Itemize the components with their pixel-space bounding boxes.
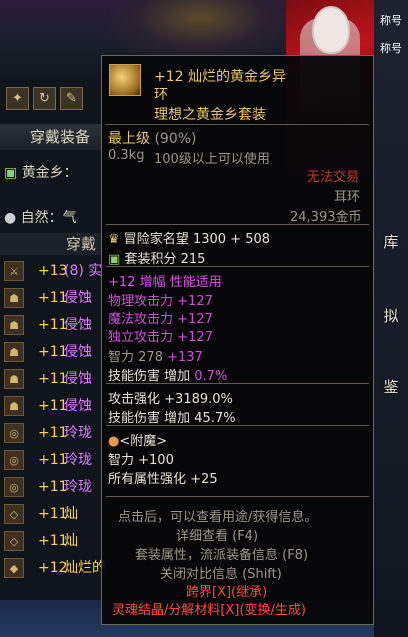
equipment-slot-row[interactable]: ☗ +11 侵蚀	[4, 341, 108, 364]
item-weight: 0.3kg	[108, 148, 145, 163]
equipment-slot-icon[interactable]: ☗	[4, 342, 24, 362]
equipment-slot-icon[interactable]: ⚔	[4, 261, 24, 281]
set-points: ▣ 套装积分 215	[108, 252, 206, 267]
level-requirement: 100级以上可以使用	[154, 152, 270, 167]
set-icon: ▣	[4, 165, 18, 181]
equipment-slot-row[interactable]: ☗ +11 侵蚀	[4, 314, 108, 337]
divider	[106, 425, 369, 426]
slot-type: 耳环	[334, 190, 361, 205]
divider	[106, 496, 369, 497]
soul-crystal-note: 灵魂结晶/分解材料[X](变换/生成)	[112, 603, 306, 618]
slot-name: 灿烂的	[64, 560, 106, 576]
set-name: 理想之黄金乡套装	[154, 107, 266, 123]
equipment-slot-icon[interactable]: ◇	[4, 531, 24, 551]
equipment-slot-row[interactable]: ◆ +12 灿烂的	[4, 557, 108, 580]
set-summary-gold: ▣ 黄金乡：	[4, 165, 78, 181]
equipment-slot-row[interactable]: ☗ +11 侵蚀	[4, 368, 108, 391]
hint-details: 详细查看 (F4)	[176, 529, 259, 544]
stat-skill-damage: 技能伤害 增加 0.7%	[108, 369, 228, 384]
title-badge-2: 称号	[380, 42, 402, 55]
equipment-slot-row[interactable]: ◇ +11 灿	[4, 503, 108, 526]
item-tooltip: +12 灿烂的黄金乡异 环 理想之黄金乡套装 最上级 (90%) 0.3kg 1…	[101, 55, 374, 625]
gear-icon[interactable]: ✦	[6, 87, 29, 110]
divider	[106, 266, 369, 267]
set-summary-nature: ● 自然：气	[4, 210, 77, 226]
stat-independent-atk: 独立攻击力 +127	[108, 330, 213, 345]
recycle-icon[interactable]: ↻	[33, 87, 56, 110]
divider	[106, 383, 369, 384]
equipment-slot-icon[interactable]: ◎	[4, 477, 24, 497]
divider	[106, 124, 369, 125]
hint-compare: 关闭对比信息 (Shift)	[160, 567, 282, 582]
slot-name: 玲珑	[64, 479, 92, 495]
amplify-header: +12 增幅 性能适用	[108, 275, 222, 290]
equipment-slot-icon[interactable]: ☗	[4, 369, 24, 389]
slot-name: 灿	[64, 506, 78, 522]
equipment-slot-icon[interactable]: ◇	[4, 504, 24, 524]
character-head-art	[312, 6, 350, 54]
item-title-cont: 环	[154, 87, 168, 103]
enchant-all-elements: 所有属性强化 +25	[108, 472, 218, 487]
trade-status: 无法交易	[307, 170, 360, 185]
stat-attack-boost: 攻击强化 +3189.0%	[108, 392, 233, 407]
enchant-orb-icon: ●	[108, 434, 120, 449]
equipment-slot-row[interactable]: ☗ +11 侵蚀	[4, 395, 108, 418]
item-title: +12 灿烂的黄金乡异	[154, 69, 286, 85]
right-tab-simulate[interactable]: 拟	[376, 305, 406, 326]
right-tab-appraise[interactable]: 鉴	[376, 376, 406, 397]
stat-magic-atk: 魔法攻击力 +127	[108, 312, 213, 327]
cross-server-note: 跨界[X](继承)	[186, 585, 268, 600]
equipment-slot-row[interactable]: ◎ +11 玲珑	[4, 422, 108, 445]
adventurer-fame: ♛ 冒险家名望 1300 + 508	[108, 232, 271, 247]
equipment-slot-row[interactable]: ◎ +11 玲珑	[4, 476, 108, 499]
slot-name: 侵蚀	[64, 344, 92, 360]
stat-physical-atk: 物理攻击力 +127	[108, 294, 213, 309]
equipped-subheader: 穿戴	[0, 233, 110, 255]
hint-click: 点击后，可以查看用途/获得信息。	[118, 510, 318, 525]
slot-name: 玲珑	[64, 452, 92, 468]
divider	[106, 224, 369, 225]
hint-set-info: 套装属性，流派装备信息 (F8)	[135, 548, 309, 563]
equipment-slot-row[interactable]: ◎ +11 玲珑	[4, 449, 108, 472]
slot-name: 灿	[64, 533, 78, 549]
title-badge-1: 称号	[380, 14, 402, 27]
enchant-intelligence: 智力 +100	[108, 453, 174, 468]
equipment-slot-icon[interactable]: ☗	[4, 288, 24, 308]
item-price: 24,393金币	[290, 210, 362, 225]
set-icon: ▣	[108, 252, 121, 267]
item-grade: 最上级 (90%)	[108, 131, 197, 147]
equipment-slot-icon[interactable]: ☗	[4, 315, 24, 335]
equipment-slot-row[interactable]: ◇ +11 灿	[4, 530, 108, 553]
slot-name: 侵蚀	[64, 398, 92, 414]
crown-icon: ♛	[108, 232, 120, 247]
equipment-slot-icon[interactable]: ☗	[4, 396, 24, 416]
orb-icon: ●	[4, 210, 17, 226]
slot-name: 侵蚀	[64, 317, 92, 333]
stat-intelligence: 智力 278 +137	[108, 350, 203, 365]
armor-statue-art	[110, 0, 290, 60]
enchant-header: ●<附魔>	[108, 434, 168, 449]
equipped-gear-header[interactable]: 穿戴装备	[0, 124, 110, 150]
brush-icon[interactable]: ✎	[60, 87, 83, 110]
slot-name: 侵蚀	[64, 371, 92, 387]
right-tab-storage[interactable]: 库	[376, 231, 406, 252]
equipment-slot-row[interactable]: ☗ +11 侵蚀	[4, 287, 108, 310]
slot-name: (8) 实	[64, 263, 103, 279]
equipment-slot-row[interactable]: ⚔ +13 (8) 实	[4, 260, 108, 283]
equipment-slot-icon[interactable]: ◎	[4, 423, 24, 443]
stat-skill-damage-2: 技能伤害 增加 45.7%	[108, 411, 236, 426]
equipment-slot-icon[interactable]: ◆	[4, 558, 24, 578]
slot-name: 玲珑	[64, 425, 92, 441]
slot-name: 侵蚀	[64, 290, 92, 306]
equipment-slot-icon[interactable]: ◎	[4, 450, 24, 470]
earring-item-icon	[109, 64, 141, 96]
